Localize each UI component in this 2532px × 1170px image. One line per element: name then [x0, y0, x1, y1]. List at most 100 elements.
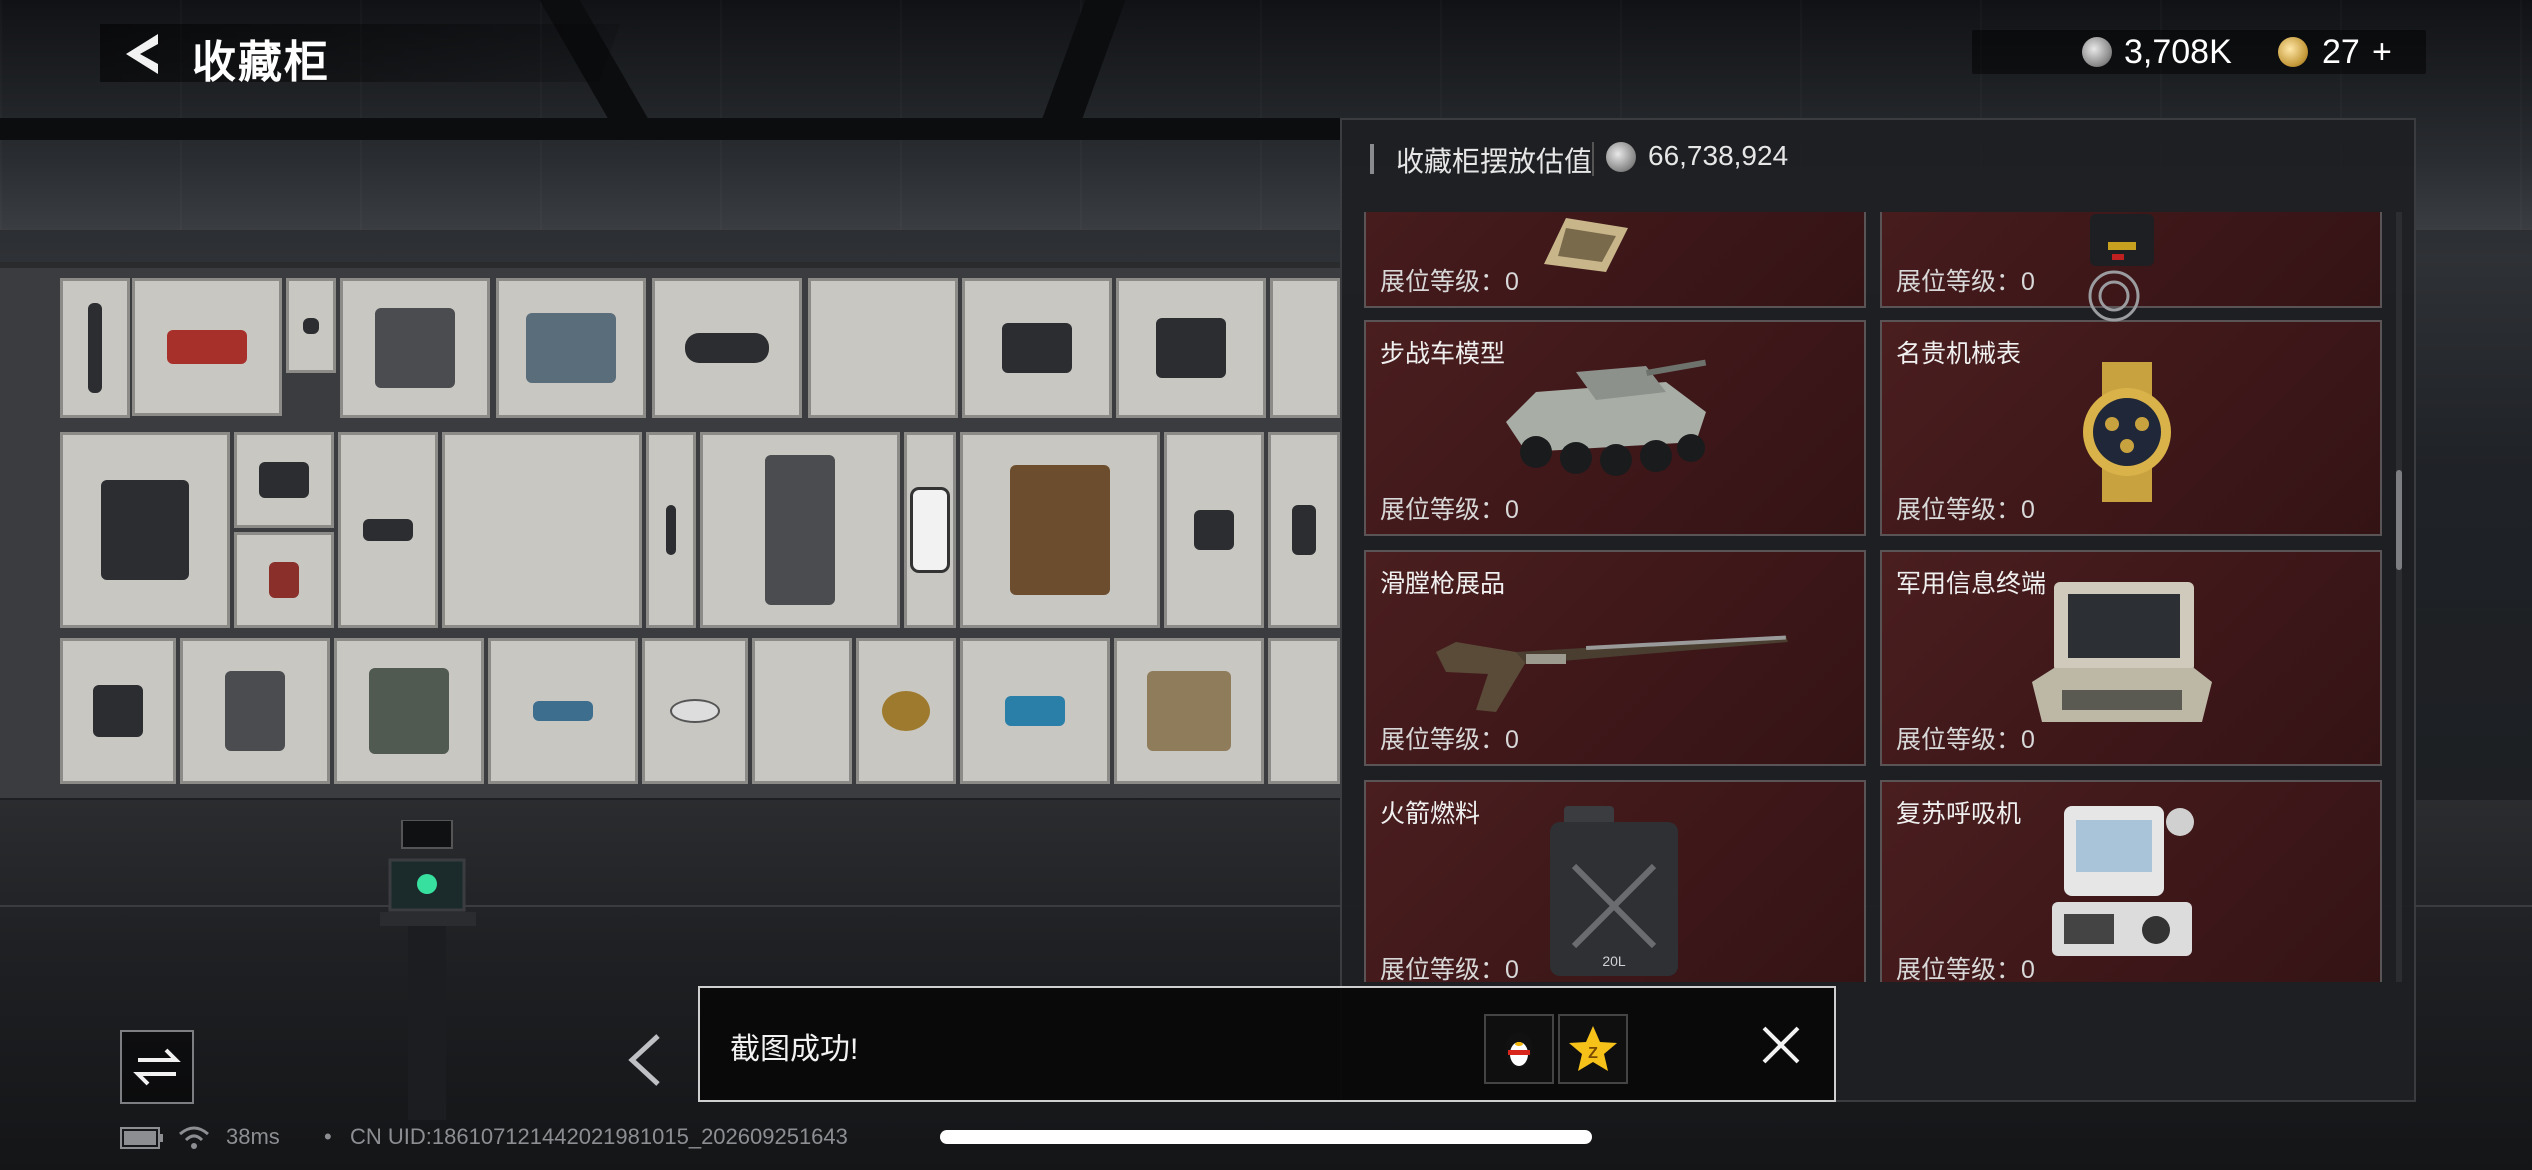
qq-penguin-icon — [1505, 1032, 1533, 1068]
screenshot-toast: 截图成功! Z — [698, 986, 1836, 1102]
item-name: 步战车模型 — [1380, 340, 1506, 368]
fuel-can-icon: 20L — [1550, 806, 1678, 976]
cabinet-slot[interactable] — [1268, 432, 1340, 628]
cabinet-slot[interactable] — [700, 432, 900, 628]
terminal-icon — [2032, 582, 2212, 722]
ornate-box-icon — [1544, 218, 1628, 272]
collection-card-luxury-watch[interactable]: 名贵机械表 展位等级：0 — [1880, 320, 2382, 536]
page-title: 收藏柜 — [192, 38, 330, 87]
share-qzone-button[interactable]: Z — [1558, 1014, 1628, 1084]
grid-scrollbar[interactable] — [2396, 212, 2402, 982]
cabinet-slot[interactable] — [334, 638, 484, 784]
cabinet-slot[interactable] — [1268, 638, 1340, 784]
collection-card-military-terminal[interactable]: 军用信息终端 展位等级：0 — [1880, 550, 2382, 766]
terminal-stand[interactable] — [372, 819, 482, 1120]
panel-header: 收藏柜摆放估值 66,738,924 — [1342, 120, 2414, 212]
cabinet-slot[interactable] — [960, 638, 1110, 784]
cabinet-slot[interactable] — [1270, 278, 1340, 418]
collection-card-musket[interactable]: 滑膛枪展品 展位等级：0 — [1364, 550, 1866, 766]
cabinet-slot[interactable] — [1164, 432, 1264, 628]
target-reticle-icon — [2088, 270, 2140, 322]
watch-icon — [2083, 362, 2171, 502]
close-icon — [1762, 1026, 1800, 1064]
cabinet-slot[interactable] — [1116, 278, 1266, 418]
currency-display: 3,708K 27 + — [1972, 30, 2426, 74]
item-name: 复苏呼吸机 — [1896, 800, 2022, 828]
cabinet-slot[interactable] — [808, 278, 958, 418]
home-indicator[interactable] — [940, 1130, 1592, 1144]
cabinet-slot[interactable] — [340, 278, 490, 418]
booth-level: 展位等级：0 — [1380, 496, 1519, 524]
uid-text: CN UID:1861071214420219810​15_2026092516… — [350, 1124, 848, 1149]
cabinet-slot[interactable] — [646, 432, 696, 628]
cabinet-slot[interactable] — [962, 278, 1112, 418]
previous-page-button[interactable] — [618, 1030, 674, 1090]
collection-card[interactable]: 展位等级：0 — [1364, 212, 1866, 308]
musket-icon — [1436, 635, 1788, 712]
header-accent-bar — [1370, 144, 1374, 174]
booth-level: 展位等级：0 — [1896, 726, 2035, 754]
cabinet-slot[interactable] — [338, 432, 438, 628]
cabinet-slot[interactable] — [496, 278, 646, 418]
scrollbar-thumb[interactable] — [2396, 470, 2402, 570]
gold-amount: 27 — [2322, 33, 2360, 71]
separator-dot: • — [324, 1124, 332, 1149]
cabinet-slot[interactable] — [1114, 638, 1264, 784]
booth-level: 展位等级：0 — [1380, 956, 1519, 982]
cabinet-slot[interactable] — [286, 278, 336, 373]
title-strip — [100, 24, 620, 82]
cabinet-slot[interactable] — [752, 638, 852, 784]
divider — [1592, 142, 1594, 176]
item-name: 火箭燃料 — [1380, 800, 1481, 828]
toast-message: 截图成功! — [730, 1033, 859, 1066]
cabinet-slot[interactable] — [904, 432, 956, 628]
swap-view-button[interactable] — [120, 1030, 194, 1104]
cabinet-slot[interactable] — [488, 638, 638, 784]
armored-vehicle-icon — [1506, 359, 1707, 476]
cabinet-slot[interactable] — [960, 432, 1160, 628]
cabinet-slot[interactable] — [180, 638, 330, 784]
svg-text:Z: Z — [1588, 1045, 1598, 1062]
swap-arrows-icon — [133, 1048, 181, 1086]
close-toast-button[interactable] — [1758, 1022, 1804, 1068]
booth-level: 展位等级：0 — [1896, 268, 2035, 296]
qzone-star-icon: Z — [1569, 1026, 1617, 1071]
gold-coin-icon — [2278, 37, 2308, 67]
add-gold-button[interactable]: + — [2372, 30, 2392, 74]
collection-panel: 收藏柜摆放估值 66,738,924 展位等级：0 展位等级：0 步战车模型 展… — [1340, 118, 2416, 1102]
collection-card-ventilator[interactable]: 复苏呼吸机 展位等级：0 — [1880, 780, 2382, 982]
cabinet-slot[interactable] — [442, 432, 642, 628]
booth-level: 展位等级：0 — [1896, 956, 2035, 982]
cabinet-slot[interactable] — [856, 638, 956, 784]
wifi-icon — [179, 1126, 209, 1149]
ventilator-icon — [2052, 806, 2194, 956]
cabinet-slot[interactable] — [60, 432, 230, 628]
cabinet-slot[interactable] — [234, 432, 334, 528]
chevron-left-icon — [628, 1034, 660, 1086]
collection-card-ifv-model[interactable]: 步战车模型 展位等级：0 — [1364, 320, 1866, 536]
cabinet-slot[interactable] — [642, 638, 748, 784]
valuation-label: 收藏柜摆放估值 — [1396, 146, 1593, 177]
valuation-value: 66,738,924 — [1648, 140, 1789, 171]
case-icon — [2090, 214, 2154, 266]
ping-value: 38ms — [226, 1124, 280, 1149]
display-cabinet-wall[interactable] — [0, 262, 1340, 798]
item-name: 滑膛枪展品 — [1380, 570, 1506, 598]
silver-coin-icon — [1606, 142, 1636, 172]
share-qq-button[interactable] — [1484, 1014, 1554, 1084]
top-bar: 收藏柜 3,708K 27 + — [0, 0, 2532, 110]
collection-card-rocket-fuel[interactable]: 火箭燃料 20L 展位等级：0 — [1364, 780, 1866, 982]
booth-level: 展位等级：0 — [1896, 496, 2035, 524]
back-button[interactable] — [118, 30, 166, 78]
item-name: 名贵机械表 — [1896, 340, 2022, 368]
item-grid[interactable]: 展位等级：0 展位等级：0 步战车模型 展位等级：0 名贵机械表 展位等级：0 … — [1364, 212, 2384, 982]
back-arrow-icon — [126, 34, 158, 74]
silver-coin-icon — [2082, 37, 2112, 67]
cabinet-slot[interactable] — [234, 532, 334, 628]
cabinet-slot[interactable] — [60, 278, 130, 418]
item-name: 军用信息终端 — [1896, 570, 2047, 598]
booth-level: 展位等级：0 — [1380, 726, 1519, 754]
cabinet-slot[interactable] — [132, 278, 282, 416]
cabinet-slot[interactable] — [60, 638, 176, 784]
cabinet-slot[interactable] — [652, 278, 802, 418]
